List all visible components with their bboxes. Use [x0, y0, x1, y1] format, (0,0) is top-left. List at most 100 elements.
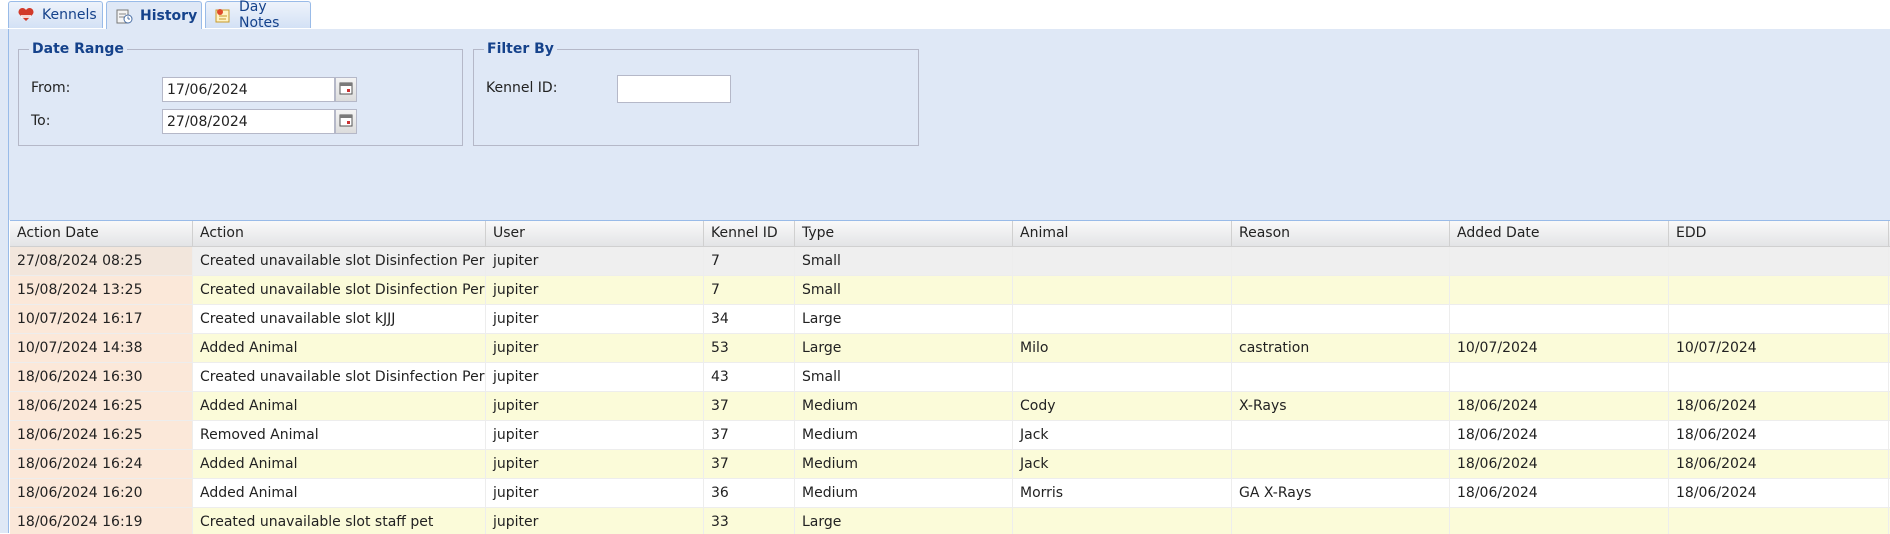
col-user-cell: jupiter — [486, 450, 704, 478]
col-action-cell: Created unavailable slot kJJJ — [193, 305, 486, 333]
day-notes-icon — [214, 6, 232, 24]
table-row[interactable]: 10/07/2024 14:38 Added Animal jupiter 53 Lar… — [10, 334, 1890, 363]
filter-panel: Date Range From: To: Filter By Kennel ID… — [8, 29, 1890, 220]
col-user-cell: jupiter — [486, 247, 704, 275]
col-animal-cell — [1013, 305, 1232, 333]
date-range-legend: Date Range — [32, 41, 124, 57]
grid-body: 27/08/2024 08:25 Created unavailable slot… — [10, 247, 1890, 534]
col-reason-header[interactable]: Reason — [1232, 221, 1450, 246]
col-kennel-id-cell: 43 — [704, 363, 795, 391]
col-action-date-cell: 18/06/2024 16:20 — [10, 479, 193, 507]
col-user-cell: jupiter — [486, 334, 704, 362]
col-added-date-cell: 10/07/2024 — [1450, 334, 1669, 362]
col-action-date-cell: 18/06/2024 16:19 — [10, 508, 193, 534]
col-action-cell: Created unavailable slot staff pet — [193, 508, 486, 534]
to-date-picker-button[interactable] — [335, 109, 357, 134]
tab-kennels[interactable]: Kennels — [8, 1, 103, 28]
tab-label: History — [140, 8, 198, 24]
col-action-header[interactable]: Action — [193, 221, 486, 246]
to-date-input[interactable] — [162, 109, 335, 134]
table-row[interactable]: 18/06/2024 16:25 Added Animal jupiter 37 Med… — [10, 392, 1890, 421]
col-user-cell: jupiter — [486, 276, 704, 304]
col-reason-cell — [1232, 363, 1450, 391]
calendar-icon — [339, 81, 353, 99]
col-type-cell: Medium — [795, 450, 1013, 478]
col-reason-cell — [1232, 450, 1450, 478]
col-edd-cell — [1669, 305, 1889, 333]
col-edd-header[interactable]: EDD — [1669, 221, 1889, 246]
col-type-cell: Large — [795, 334, 1013, 362]
from-date-picker-button[interactable] — [335, 77, 357, 102]
col-reason-cell: GA X-Rays — [1232, 479, 1450, 507]
col-added-date-cell — [1450, 305, 1669, 333]
col-reason-cell — [1232, 276, 1450, 304]
table-row[interactable]: 10/07/2024 16:17 Created unavailable slot… — [10, 305, 1890, 334]
col-action-date-cell: 10/07/2024 14:38 — [10, 334, 193, 362]
col-type-cell: Small — [795, 363, 1013, 391]
col-type-cell: Large — [795, 508, 1013, 534]
col-animal-cell: Jack — [1013, 450, 1232, 478]
col-action-cell: Added Animal — [193, 392, 486, 420]
col-action-date-cell: 10/07/2024 16:17 — [10, 305, 193, 333]
history-grid: Action Date Action User Kennel ID Type Animal… — [10, 220, 1890, 534]
col-action-date-cell: 18/06/2024 16:24 — [10, 450, 193, 478]
col-edd-cell — [1669, 276, 1889, 304]
col-user-cell: jupiter — [486, 363, 704, 391]
calendar-icon — [339, 113, 353, 131]
table-row[interactable]: 18/06/2024 16:19 Created unavailable slot… — [10, 508, 1890, 534]
col-action-date-cell: 27/08/2024 08:25 — [10, 247, 193, 275]
tab-label: Kennels — [42, 7, 97, 23]
tab-label: Day Notes — [239, 0, 280, 31]
kennels-icon — [17, 6, 35, 24]
col-type-cell: Medium — [795, 392, 1013, 420]
col-action-date-header[interactable]: Action Date — [10, 221, 193, 246]
col-user-cell: jupiter — [486, 508, 704, 534]
col-added-date-cell: 18/06/2024 — [1450, 450, 1669, 478]
col-reason-cell — [1232, 305, 1450, 333]
table-row[interactable]: 18/06/2024 16:30 Created unavailable slot… — [10, 363, 1890, 392]
col-added-date-cell: 18/06/2024 — [1450, 421, 1669, 449]
col-added-date-cell — [1450, 276, 1669, 304]
kennel-id-label: Kennel ID: — [486, 80, 558, 96]
col-reason-cell: castration — [1232, 334, 1450, 362]
col-type-cell: Small — [795, 276, 1013, 304]
col-animal-header[interactable]: Animal — [1013, 221, 1232, 246]
kennel-id-input[interactable] — [617, 75, 731, 103]
col-added-date-header[interactable]: Added Date — [1450, 221, 1669, 246]
col-action-cell: Created unavailable slot Disinfection Pe… — [193, 363, 486, 391]
col-kennel-id-header[interactable]: Kennel ID — [704, 221, 795, 246]
table-row[interactable]: 18/06/2024 16:25 Removed Animal jupiter 37 M… — [10, 421, 1890, 450]
col-animal-cell — [1013, 363, 1232, 391]
table-row[interactable]: 15/08/2024 13:25 Created unavailable slot… — [10, 276, 1890, 305]
from-date-input[interactable] — [162, 77, 335, 102]
table-row[interactable]: 18/06/2024 16:20 Added Animal jupiter 36 Med… — [10, 479, 1890, 508]
table-row[interactable]: 27/08/2024 08:25 Created unavailable slot… — [10, 247, 1890, 276]
col-action-cell: Created unavailable slot Disinfection Pe… — [193, 276, 486, 304]
from-label: From: — [31, 80, 71, 96]
col-user-cell: jupiter — [486, 421, 704, 449]
col-type-cell: Medium — [795, 479, 1013, 507]
col-type-header[interactable]: Type — [795, 221, 1013, 246]
col-kennel-id-cell: 33 — [704, 508, 795, 534]
col-action-cell: Added Animal — [193, 450, 486, 478]
col-kennel-id-cell: 7 — [704, 276, 795, 304]
col-animal-cell: Milo — [1013, 334, 1232, 362]
filter-by-legend: Filter By — [487, 41, 554, 57]
col-action-date-cell: 15/08/2024 13:25 — [10, 276, 193, 304]
col-action-cell: Added Animal — [193, 334, 486, 362]
col-added-date-cell: 18/06/2024 — [1450, 392, 1669, 420]
col-kennel-id-cell: 37 — [704, 450, 795, 478]
tab-history[interactable]: History — [106, 1, 202, 30]
col-kennel-id-cell: 7 — [704, 247, 795, 275]
to-label: To: — [31, 113, 51, 129]
col-reason-cell — [1232, 508, 1450, 534]
col-user-header[interactable]: User — [486, 221, 704, 246]
col-edd-cell: 18/06/2024 — [1669, 450, 1889, 478]
col-reason-cell — [1232, 421, 1450, 449]
col-action-cell: Added Animal — [193, 479, 486, 507]
col-reason-cell — [1232, 247, 1450, 275]
col-user-cell: jupiter — [486, 479, 704, 507]
col-kennel-id-cell: 53 — [704, 334, 795, 362]
tab-day-notes[interactable]: Day Notes — [205, 0, 311, 31]
table-row[interactable]: 18/06/2024 16:24 Added Animal jupiter 37 Med… — [10, 450, 1890, 479]
